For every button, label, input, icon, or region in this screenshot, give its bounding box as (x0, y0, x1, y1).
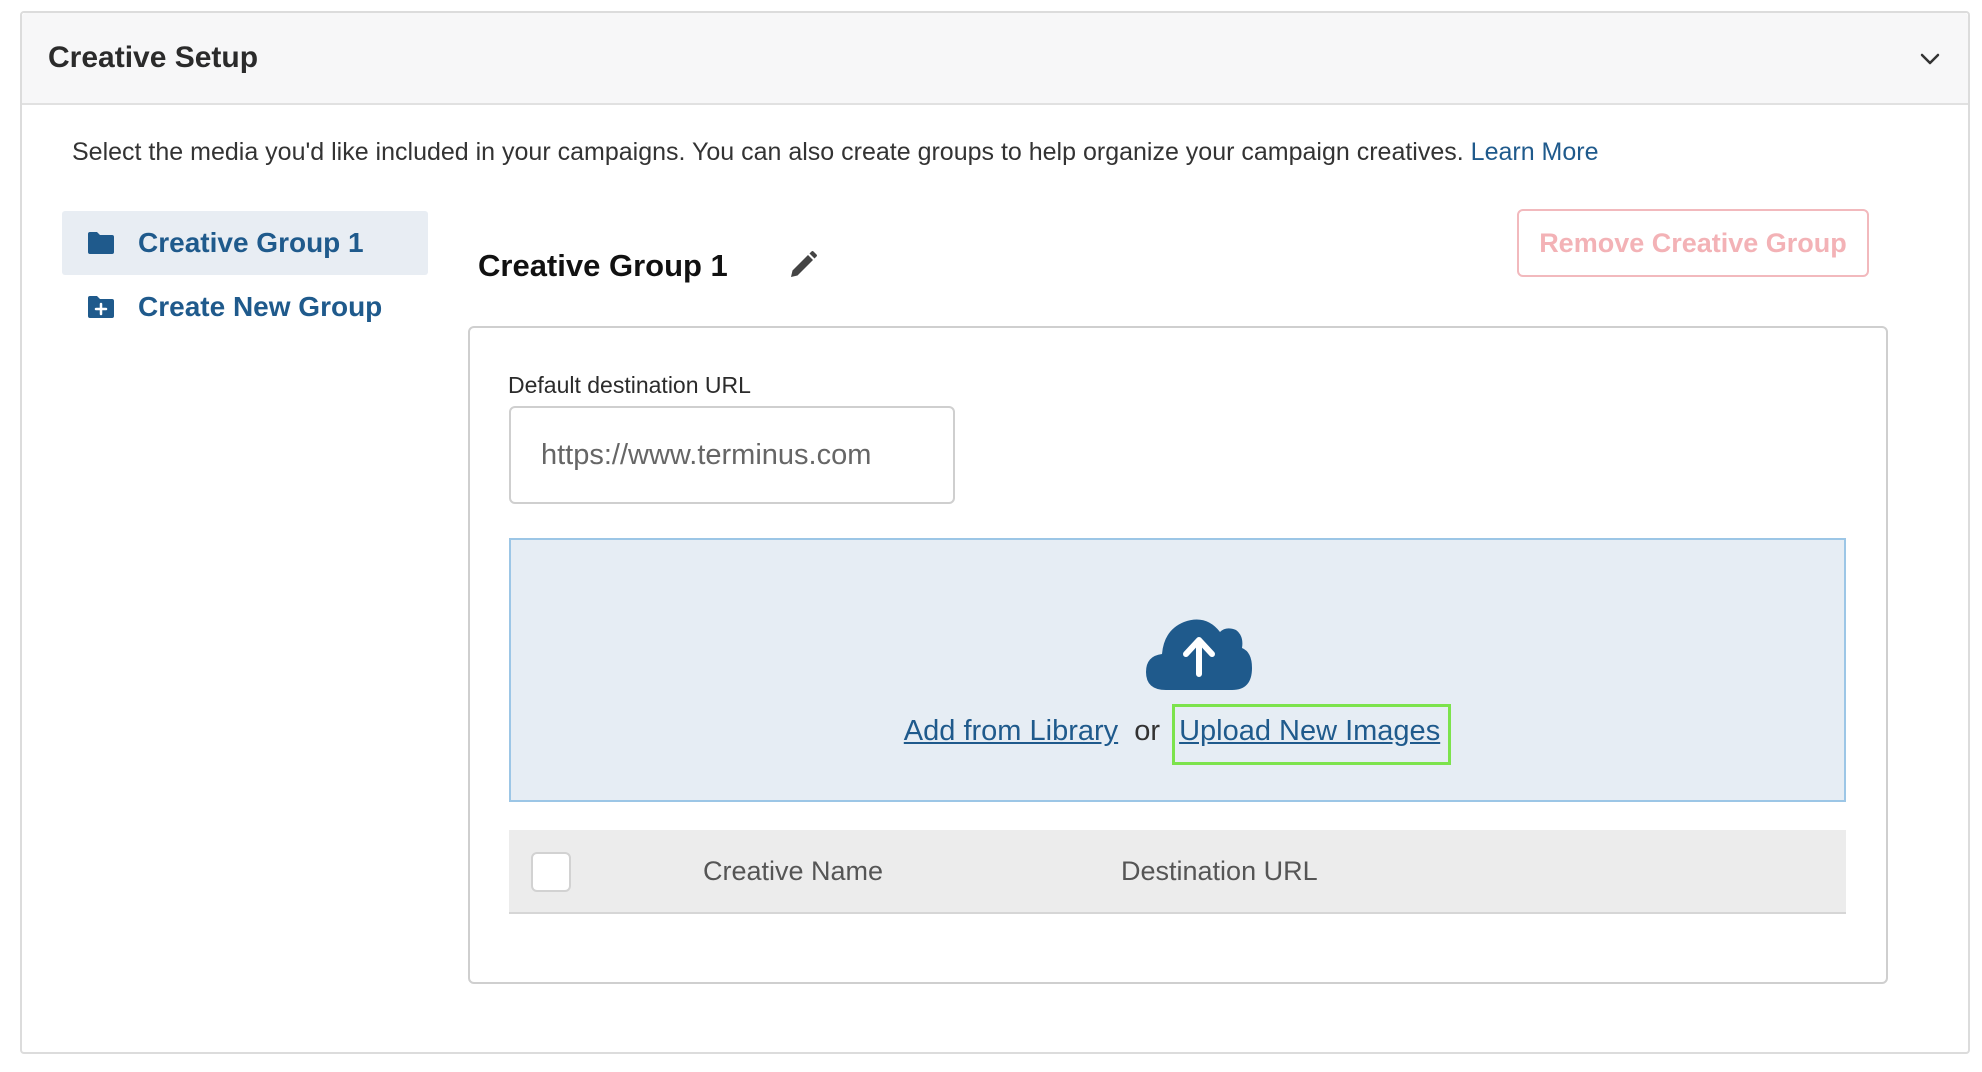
upload-new-images-link[interactable]: Upload New Images (1172, 704, 1452, 765)
or-text: or (1134, 715, 1160, 747)
group-title: Creative Group 1 (478, 248, 728, 283)
folder-icon (86, 230, 116, 256)
upload-dropzone[interactable]: Add from Library or Upload New Images (509, 538, 1846, 802)
sidebar-item-label: Create New Group (138, 291, 383, 322)
add-from-library-link[interactable]: Add from Library (904, 715, 1118, 747)
learn-more-link[interactable]: Learn More (1471, 138, 1599, 166)
cloud-upload-icon (1144, 612, 1254, 692)
intro-description: Select the media you'd like included in … (72, 138, 1464, 166)
dropzone-actions: Add from Library or Upload New Images (511, 704, 1844, 765)
sidebar-item-create-new-group[interactable]: Create New Group (62, 275, 428, 339)
sidebar-item-creative-group-1[interactable]: Creative Group 1 (62, 211, 428, 275)
column-header-creative-name[interactable]: Creative Name (703, 856, 883, 887)
chevron-down-icon[interactable] (1914, 43, 1946, 75)
pencil-icon[interactable] (786, 248, 820, 282)
destination-url-input[interactable] (509, 406, 955, 504)
remove-creative-group-button[interactable]: Remove Creative Group (1517, 209, 1869, 277)
destination-url-label: Default destination URL (508, 372, 751, 398)
sidebar-item-label: Creative Group 1 (138, 227, 364, 258)
panel-title: Creative Setup (48, 41, 259, 74)
folder-plus-icon (86, 294, 116, 320)
creatives-table-header: Creative Name Destination URL (509, 830, 1846, 914)
panel-header[interactable]: Creative Setup (22, 13, 1968, 105)
intro-text: Select the media you'd like included in … (72, 138, 1599, 167)
column-header-destination-url[interactable]: Destination URL (1121, 856, 1318, 887)
select-all-checkbox[interactable] (531, 852, 571, 892)
